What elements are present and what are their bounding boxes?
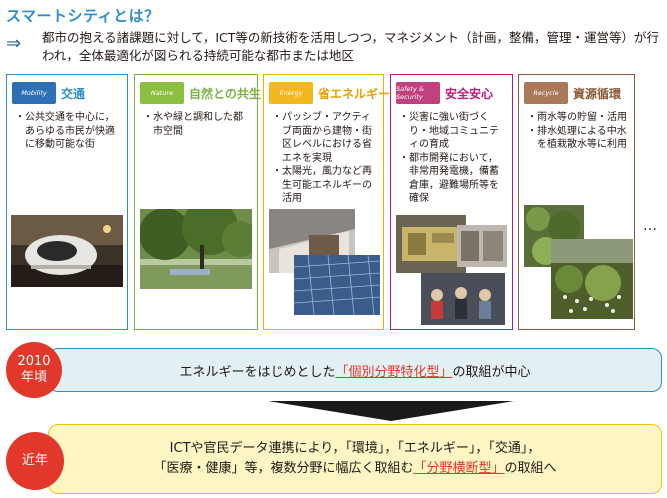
park-trees-photo: [140, 209, 252, 289]
mobility-icon: Mobility: [12, 82, 56, 104]
era-recent-badge: 近年: [6, 432, 64, 490]
card-bullet: ・太陽光，風力など再生可能エネルギーの活用: [272, 166, 372, 204]
evacuation-drill-photo: [421, 273, 505, 325]
card-mobility: Mobility 交通 ・公共交通を中心に，あらゆる市民が快適に移動可能な街: [6, 74, 128, 330]
right-arrow-icon: ⇒: [6, 33, 22, 54]
era-recent-text-before: 「医療・健康」等，複数分野に幅広く取組む: [153, 461, 414, 476]
era-2010-suffix: 年頃: [20, 370, 47, 385]
solar-panels-photo: [294, 255, 380, 315]
era-recent-text-after: の取組へ: [504, 461, 557, 476]
era-recent-highlight: 「分野横断型」: [413, 461, 505, 476]
page-title: スマートシティとは？: [6, 7, 160, 25]
card-body: ・水や緑と調和した都市空間: [143, 111, 251, 138]
era-2010-band: エネルギーをはじめとした 「個別分野特化型」 の取組が中心: [48, 348, 662, 392]
card-body: ・雨水等の貯留・活用 ・排水処理による中水を植栽散水等に利用: [527, 111, 628, 152]
era-2010-text-before: エネルギーをはじめとした: [179, 364, 336, 380]
card-bullet: ・都市開発において，非常用発電機，備蓄倉庫，避難場所等を確保: [399, 152, 499, 205]
definition-text: 都市の抱える諸課題に対して，ICT等の新技術を活用しつつ，マネジメント（計画，整…: [42, 30, 660, 63]
transition-arrow-icon: [268, 401, 514, 421]
card-body: ・災害に強い街づくり・地域コミュニティの育成 ・都市開発において，非常用発電機，…: [399, 111, 506, 206]
card-header: Energy 省エネルギー: [269, 81, 390, 105]
card-recycle: Recycle 資源循環 ・雨水等の貯留・活用 ・排水処理による中水を植栽散水等…: [518, 74, 635, 330]
card-title: 自然との共生: [189, 86, 261, 101]
card-energy: Energy 省エネルギー ・パッシブ・アクティブ両面から建物・街区レベルにおけ…: [263, 74, 390, 330]
card-bullet: ・パッシブ・アクティブ両面から建物・街区レベルにおける省エネを実現: [272, 112, 372, 164]
card-header: Mobility 交通: [12, 81, 85, 105]
nature-icon: Nature: [140, 82, 184, 104]
era-2010-highlight: 「個別分野特化型」: [335, 364, 453, 380]
card-header: Recycle 資源循環: [524, 81, 621, 105]
card-bullet: ・水や緑と調和した都市空間: [143, 112, 243, 137]
card-header: Nature 自然との共生: [140, 81, 261, 105]
card-body: ・パッシブ・アクティブ両面から建物・街区レベルにおける省エネを実現 ・太陽光，風…: [272, 111, 377, 206]
era-2010-text-after: の取組が中心: [452, 364, 531, 380]
card-title: 資源循環: [573, 86, 622, 101]
era-2010-badge: 2010 年頃: [6, 342, 62, 398]
card-bullet: ・災害に強い街づくり・地域コミュニティの育成: [399, 112, 499, 150]
card-body: ・公共交通を中心に，あらゆる市民が快適に移動可能な街: [15, 111, 121, 152]
card-title: 安全安心: [445, 86, 494, 101]
recycle-icon: Recycle: [524, 82, 568, 104]
era-recent-label: 近年: [21, 453, 48, 468]
card-title: 交通: [61, 86, 86, 101]
card-bullet: ・公共交通を中心に，あらゆる市民が快適に移動可能な街: [15, 112, 115, 150]
era-2010-year: 2010: [17, 354, 51, 369]
era-recent-band: ICTや官民データ連携により，「環境」，「エネルギー」，「交通」， 「医療・健康…: [48, 424, 662, 494]
transit-pod-photo: [11, 215, 123, 287]
era-recent-line1: ICTや官民データ連携により，「環境」，「エネルギー」，「交通」，: [169, 441, 541, 456]
card-header: Safety & Security 安全安心: [396, 81, 493, 105]
card-safety: Safety & Security 安全安心 ・災害に強い街づくり・地域コミュニ…: [390, 74, 513, 330]
storage-room-photo: [457, 225, 507, 267]
generator-photo: [396, 215, 466, 273]
safety-security-icon: Safety & Security: [396, 82, 440, 104]
era-recent-line2: 「医療・健康」等，複数分野に幅広く取組む「分野横断型」の取組へ: [153, 459, 556, 479]
energy-icon: Energy: [269, 82, 313, 104]
card-nature: Nature 自然との共生 ・水や緑と調和した都市空間: [134, 74, 261, 330]
more-ellipsis: …: [643, 218, 657, 234]
card-bullet: ・排水処理による中水を植栽散水等に利用: [527, 125, 627, 151]
rooftop-garden-photo: [551, 239, 633, 319]
card-bullet: ・雨水等の貯留・活用: [527, 112, 627, 123]
card-title: 省エネルギー: [318, 86, 391, 101]
